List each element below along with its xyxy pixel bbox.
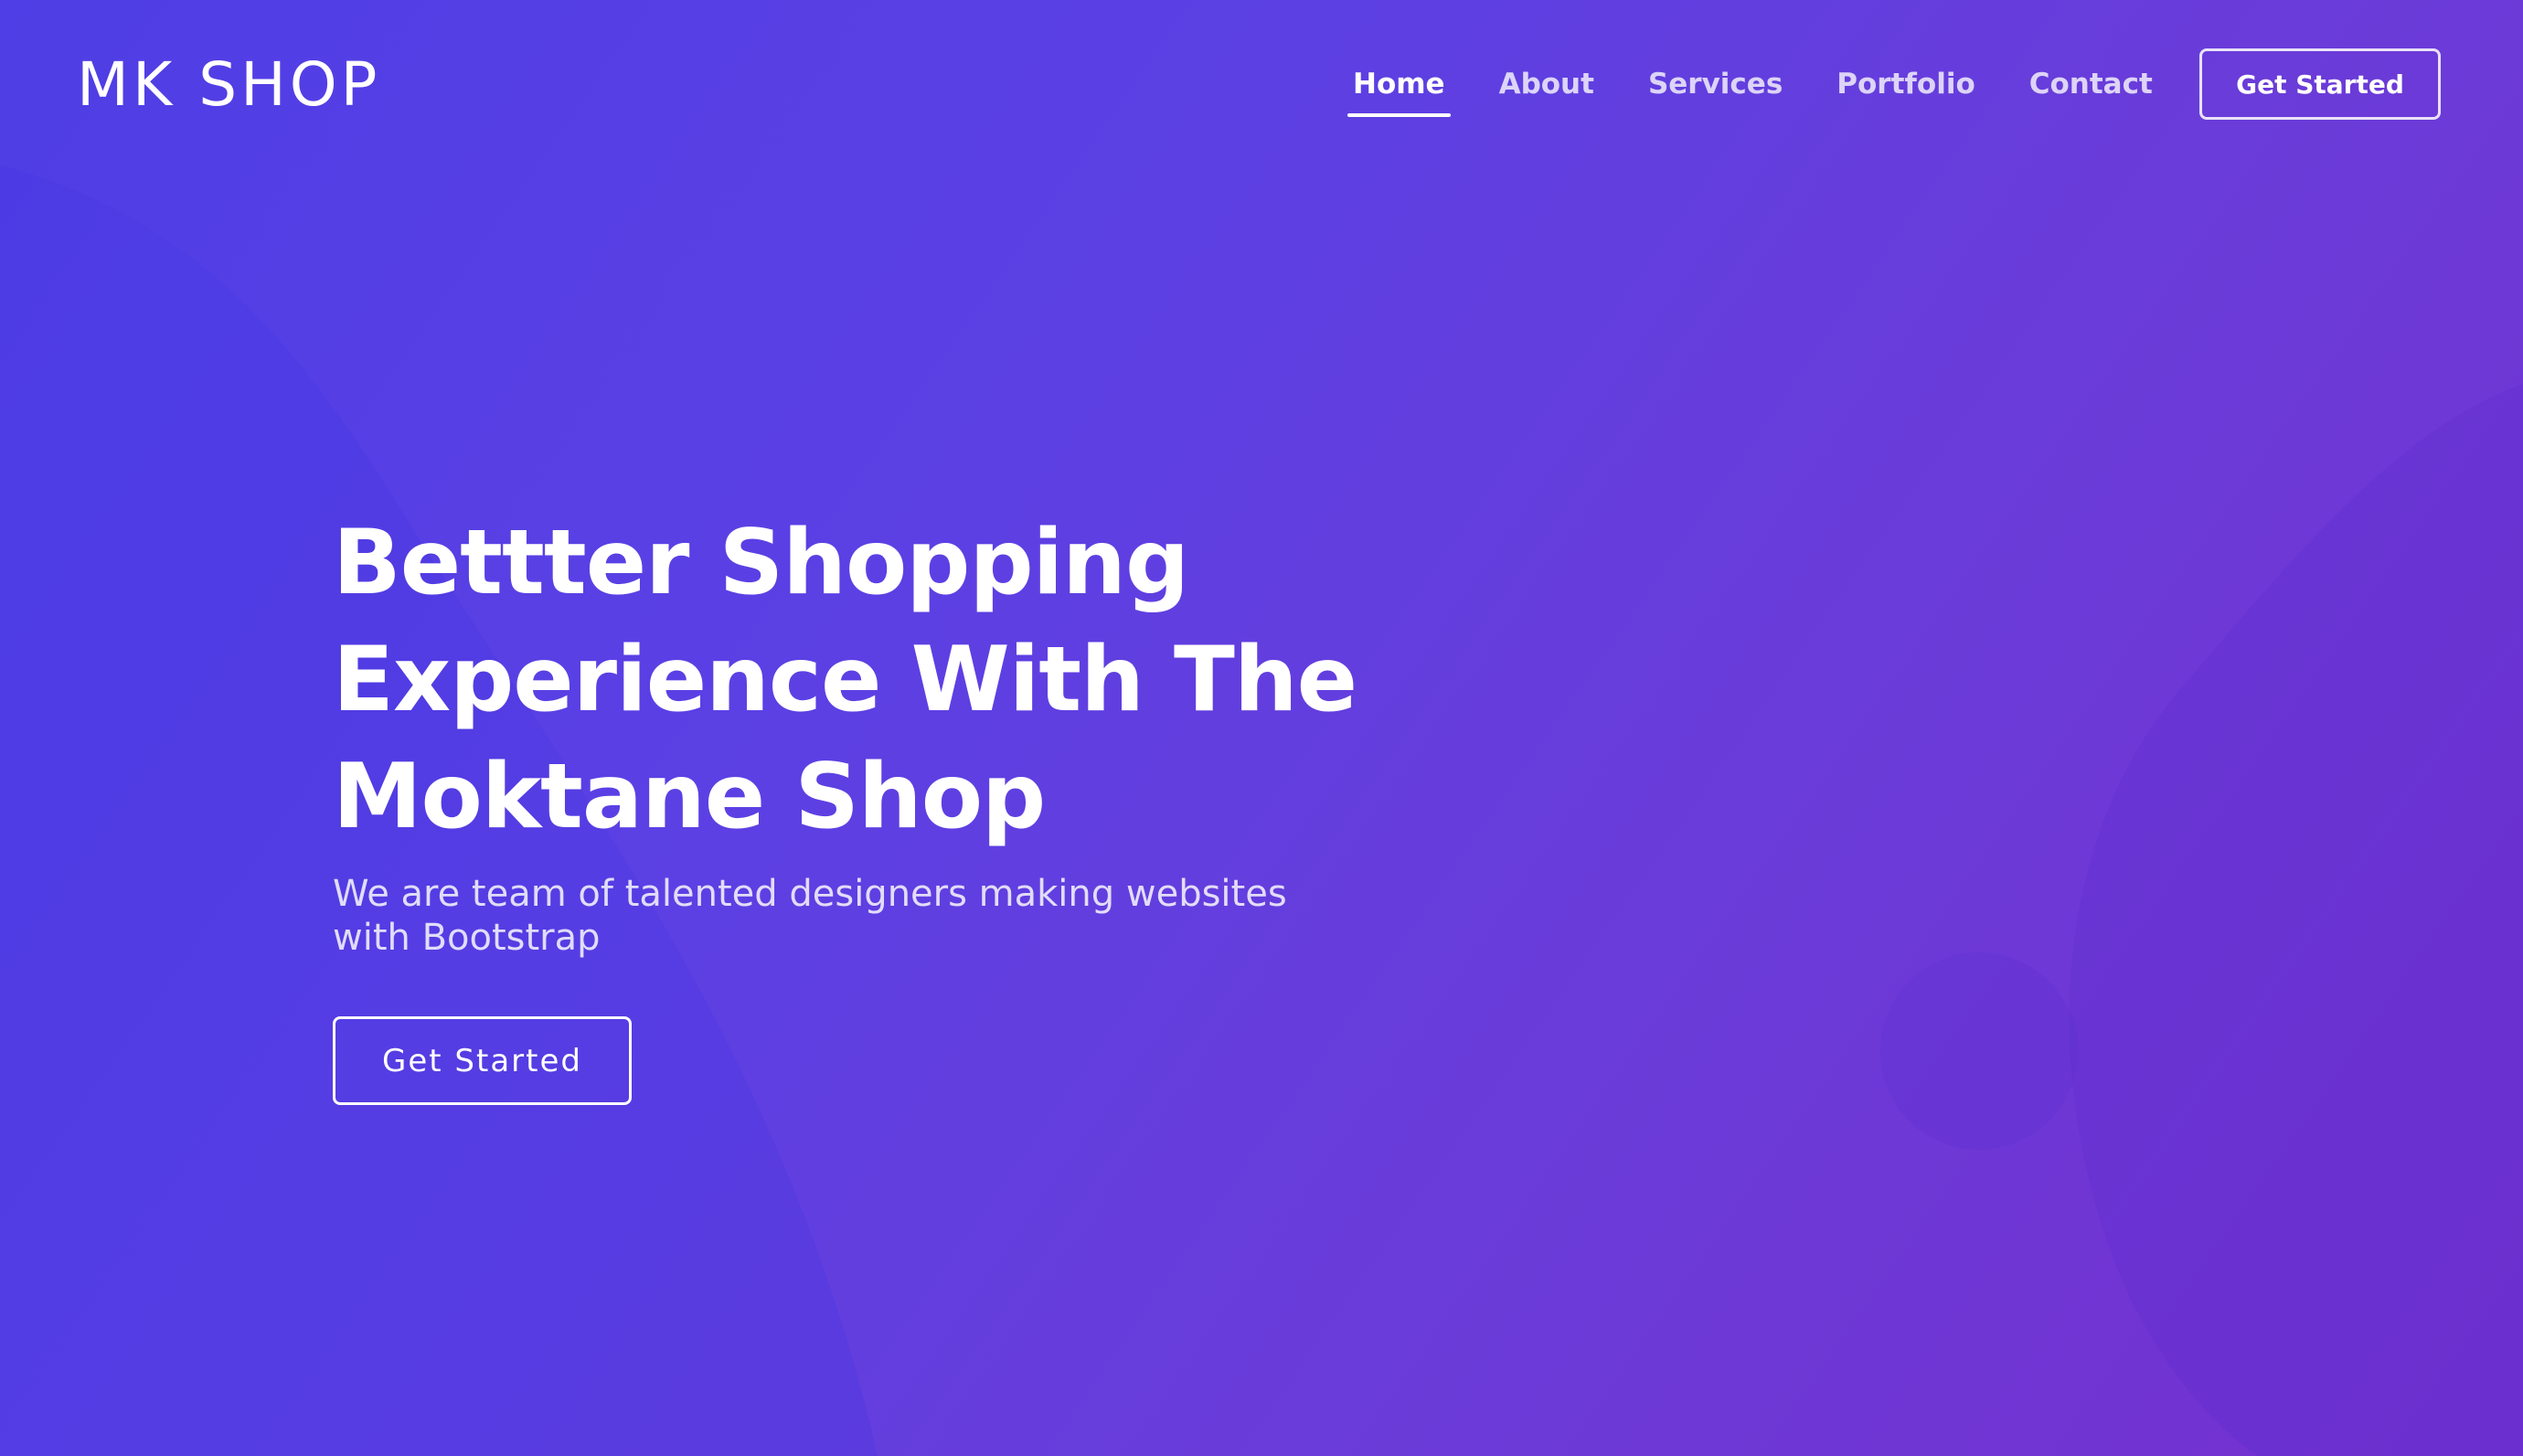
nav-item-home[interactable]: Home bbox=[1347, 62, 1451, 117]
hero-title: Bettter Shopping Experience With The Mok… bbox=[333, 505, 1430, 856]
landing-page: MK SHOP Home About Services Portfolio Co… bbox=[0, 0, 2523, 1456]
hero-title-line: Moktane Shop bbox=[333, 745, 1046, 849]
hero-get-started-button[interactable]: Get Started bbox=[333, 1016, 632, 1105]
site-header: MK SHOP Home About Services Portfolio Co… bbox=[0, 0, 2523, 174]
nav-item-about[interactable]: About bbox=[1499, 62, 1594, 106]
hero-title-line: Bettter Shopping bbox=[333, 511, 1189, 615]
hero-title-line: Experience With The bbox=[333, 628, 1357, 732]
hero-section: Bettter Shopping Experience With The Mok… bbox=[333, 505, 1430, 1105]
nav-item-contact[interactable]: Contact bbox=[2029, 62, 2153, 106]
site-logo[interactable]: MK SHOP bbox=[77, 46, 380, 124]
hero-subtitle: We are team of talented designers making… bbox=[333, 873, 1287, 959]
header-get-started-button[interactable]: Get Started bbox=[2199, 48, 2441, 120]
main-nav: Home About Services Portfolio Contact bbox=[1347, 62, 2207, 117]
nav-item-services[interactable]: Services bbox=[1648, 62, 1783, 106]
nav-item-portfolio[interactable]: Portfolio bbox=[1836, 62, 1975, 106]
